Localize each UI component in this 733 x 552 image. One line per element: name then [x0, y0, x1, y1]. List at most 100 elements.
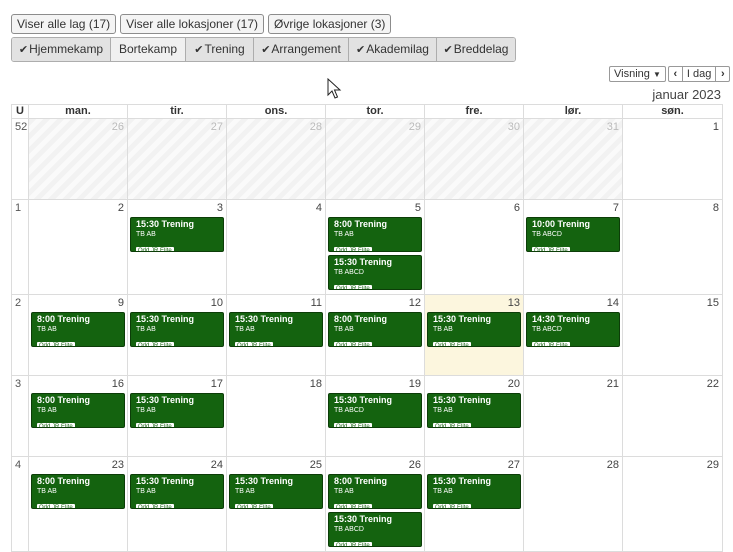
calendar-event[interactable]: 8:00 Trening TB AB Odd JR Elite	[328, 217, 422, 252]
day-cell[interactable]: 15	[623, 295, 723, 376]
calendar-event[interactable]: 15:30 Trening TB AB Odd JR Elite	[427, 393, 521, 428]
calendar-event[interactable]: 14:30 Trening TB ABCD Odd JR Elite	[526, 312, 620, 347]
day-number[interactable]: 1	[713, 121, 719, 133]
show-all-teams-button[interactable]: Viser alle lag (17)	[11, 14, 117, 34]
day-number[interactable]: 16	[112, 378, 124, 390]
day-number[interactable]: 7	[613, 202, 619, 214]
day-number[interactable]: 19	[409, 378, 421, 390]
day-number[interactable]: 2	[118, 202, 124, 214]
day-number[interactable]: 20	[508, 378, 520, 390]
day-number[interactable]: 24	[211, 459, 223, 471]
day-cell[interactable]: 5 8:00 Trening TB AB Odd JR Elite 15:30 Tren…	[326, 200, 425, 295]
day-number[interactable]: 4	[316, 202, 322, 214]
day-number[interactable]: 23	[112, 459, 124, 471]
day-number[interactable]: 10	[211, 297, 223, 309]
day-cell[interactable]: 4	[227, 200, 326, 295]
day-number[interactable]: 29	[409, 121, 421, 133]
calendar-event[interactable]: 15:30 Trening TB AB Odd JR Elite	[229, 312, 323, 347]
day-number[interactable]: 3	[217, 202, 223, 214]
day-number[interactable]: 15	[707, 297, 719, 309]
day-cell[interactable]: 31	[524, 119, 623, 200]
day-cell[interactable]: 26 8:00 Trening TB AB Odd JR Elite 15:30 Tre…	[326, 457, 425, 552]
day-number[interactable]: 26	[409, 459, 421, 471]
calendar-event[interactable]: 15:30 Trening TB AB Odd JR Elite	[229, 474, 323, 509]
filter-academy-team[interactable]: ✔Akademilag	[349, 38, 437, 61]
day-number[interactable]: 26	[112, 121, 124, 133]
day-cell[interactable]: 7 10:00 Trening TB ABCD Odd JR Elite	[524, 200, 623, 295]
day-cell[interactable]: 18	[227, 376, 326, 457]
day-number[interactable]: 5	[415, 202, 421, 214]
filter-broad-team[interactable]: ✔Breddelag	[437, 38, 515, 61]
calendar-event[interactable]: 15:30 Trening TB AB Odd JR Elite	[427, 312, 521, 347]
day-cell[interactable]: 11 15:30 Trening TB AB Odd JR Elite	[227, 295, 326, 376]
day-number[interactable]: 17	[211, 378, 223, 390]
day-number[interactable]: 25	[310, 459, 322, 471]
filter-training[interactable]: ✔Trening	[186, 38, 254, 61]
day-cell[interactable]: 27 15:30 Trening TB AB Odd JR Elite	[425, 457, 524, 552]
day-number[interactable]: 21	[607, 378, 619, 390]
day-cell[interactable]: 28	[524, 457, 623, 552]
day-cell[interactable]: 17 15:30 Trening TB AB Odd JR Elite	[128, 376, 227, 457]
calendar-event[interactable]: 15:30 Trening TB AB Odd JR Elite	[130, 474, 224, 509]
day-number[interactable]: 27	[508, 459, 520, 471]
prev-button[interactable]: ‹	[667, 66, 683, 82]
next-button[interactable]: ›	[715, 66, 731, 82]
show-all-locations-button[interactable]: Viser alle lokasjoner (17)	[120, 14, 265, 34]
day-cell-today[interactable]: 13 15:30 Trening TB AB Odd JR Elite	[425, 295, 524, 376]
day-cell[interactable]: 9 8:00 Trening TB AB Odd JR Elite	[29, 295, 128, 376]
day-cell[interactable]: 24 15:30 Trening TB AB Odd JR Elite	[128, 457, 227, 552]
day-cell[interactable]: 16 8:00 Trening TB AB Odd JR Elite	[29, 376, 128, 457]
filter-event[interactable]: ✔Arrangement	[254, 38, 349, 61]
day-number[interactable]: 29	[707, 459, 719, 471]
day-number[interactable]: 14	[607, 297, 619, 309]
day-number[interactable]: 31	[607, 121, 619, 133]
day-number[interactable]: 8	[713, 202, 719, 214]
day-cell[interactable]: 28	[227, 119, 326, 200]
day-cell[interactable]: 26	[29, 119, 128, 200]
day-cell[interactable]: 22	[623, 376, 723, 457]
calendar-event[interactable]: 8:00 Trening TB AB Odd JR Elite	[328, 312, 422, 347]
day-cell[interactable]: 25 15:30 Trening TB AB Odd JR Elite	[227, 457, 326, 552]
day-cell[interactable]: 27	[128, 119, 227, 200]
day-cell[interactable]: 30	[425, 119, 524, 200]
day-number[interactable]: 30	[508, 121, 520, 133]
calendar-event[interactable]: 8:00 Trening TB AB Odd JR Elite	[31, 393, 125, 428]
calendar-event[interactable]: 8:00 Trening TB AB Odd JR Elite	[31, 474, 125, 509]
day-cell[interactable]: 14 14:30 Trening TB ABCD Odd JR Elite	[524, 295, 623, 376]
calendar-event[interactable]: 15:30 Trening TB AB Odd JR Elite	[427, 474, 521, 509]
day-cell[interactable]: 10 15:30 Trening TB AB Odd JR Elite	[128, 295, 227, 376]
day-cell[interactable]: 1	[623, 119, 723, 200]
day-number[interactable]: 11	[311, 297, 322, 309]
other-locations-button[interactable]: Øvrige lokasjoner (3)	[268, 14, 392, 34]
day-number[interactable]: 28	[310, 121, 322, 133]
calendar-event[interactable]: 15:30 Trening TB ABCD Odd JR Elite	[328, 512, 422, 547]
day-cell[interactable]: 3 15:30 Trening TB AB Odd JR Elite	[128, 200, 227, 295]
calendar-event[interactable]: 8:00 Trening TB AB Odd JR Elite	[328, 474, 422, 509]
day-number[interactable]: 28	[607, 459, 619, 471]
view-dropdown-button[interactable]: Visning ▼	[609, 66, 666, 82]
day-number[interactable]: 22	[707, 378, 719, 390]
day-cell[interactable]: 20 15:30 Trening TB AB Odd JR Elite	[425, 376, 524, 457]
day-number[interactable]: 18	[310, 378, 322, 390]
day-cell[interactable]: 19 15:30 Trening TB ABCD Odd JR Elite	[326, 376, 425, 457]
filter-away-match[interactable]: Bortekamp	[111, 38, 186, 61]
calendar-event[interactable]: 15:30 Trening TB AB Odd JR Elite	[130, 217, 224, 252]
today-button[interactable]: I dag	[681, 66, 717, 82]
day-cell[interactable]: 29	[623, 457, 723, 552]
calendar-event[interactable]: 10:00 Trening TB ABCD Odd JR Elite	[526, 217, 620, 252]
calendar-event[interactable]: 15:30 Trening TB AB Odd JR Elite	[130, 393, 224, 428]
day-number[interactable]: 9	[118, 297, 124, 309]
day-cell[interactable]: 23 8:00 Trening TB AB Odd JR Elite	[29, 457, 128, 552]
day-number[interactable]: 12	[409, 297, 421, 309]
calendar-event[interactable]: 15:30 Trening TB ABCD Odd JR Elite	[328, 393, 422, 428]
calendar-event[interactable]: 8:00 Trening TB AB Odd JR Elite	[31, 312, 125, 347]
day-cell[interactable]: 21	[524, 376, 623, 457]
day-cell[interactable]: 6	[425, 200, 524, 295]
day-cell[interactable]: 2	[29, 200, 128, 295]
day-number[interactable]: 27	[211, 121, 223, 133]
calendar-event[interactable]: 15:30 Trening TB AB Odd JR Elite	[130, 312, 224, 347]
day-cell[interactable]: 29	[326, 119, 425, 200]
calendar-event[interactable]: 15:30 Trening TB ABCD Odd JR Elite	[328, 255, 422, 290]
day-cell[interactable]: 8	[623, 200, 723, 295]
filter-home-match[interactable]: ✔Hjemmekamp	[12, 38, 111, 61]
